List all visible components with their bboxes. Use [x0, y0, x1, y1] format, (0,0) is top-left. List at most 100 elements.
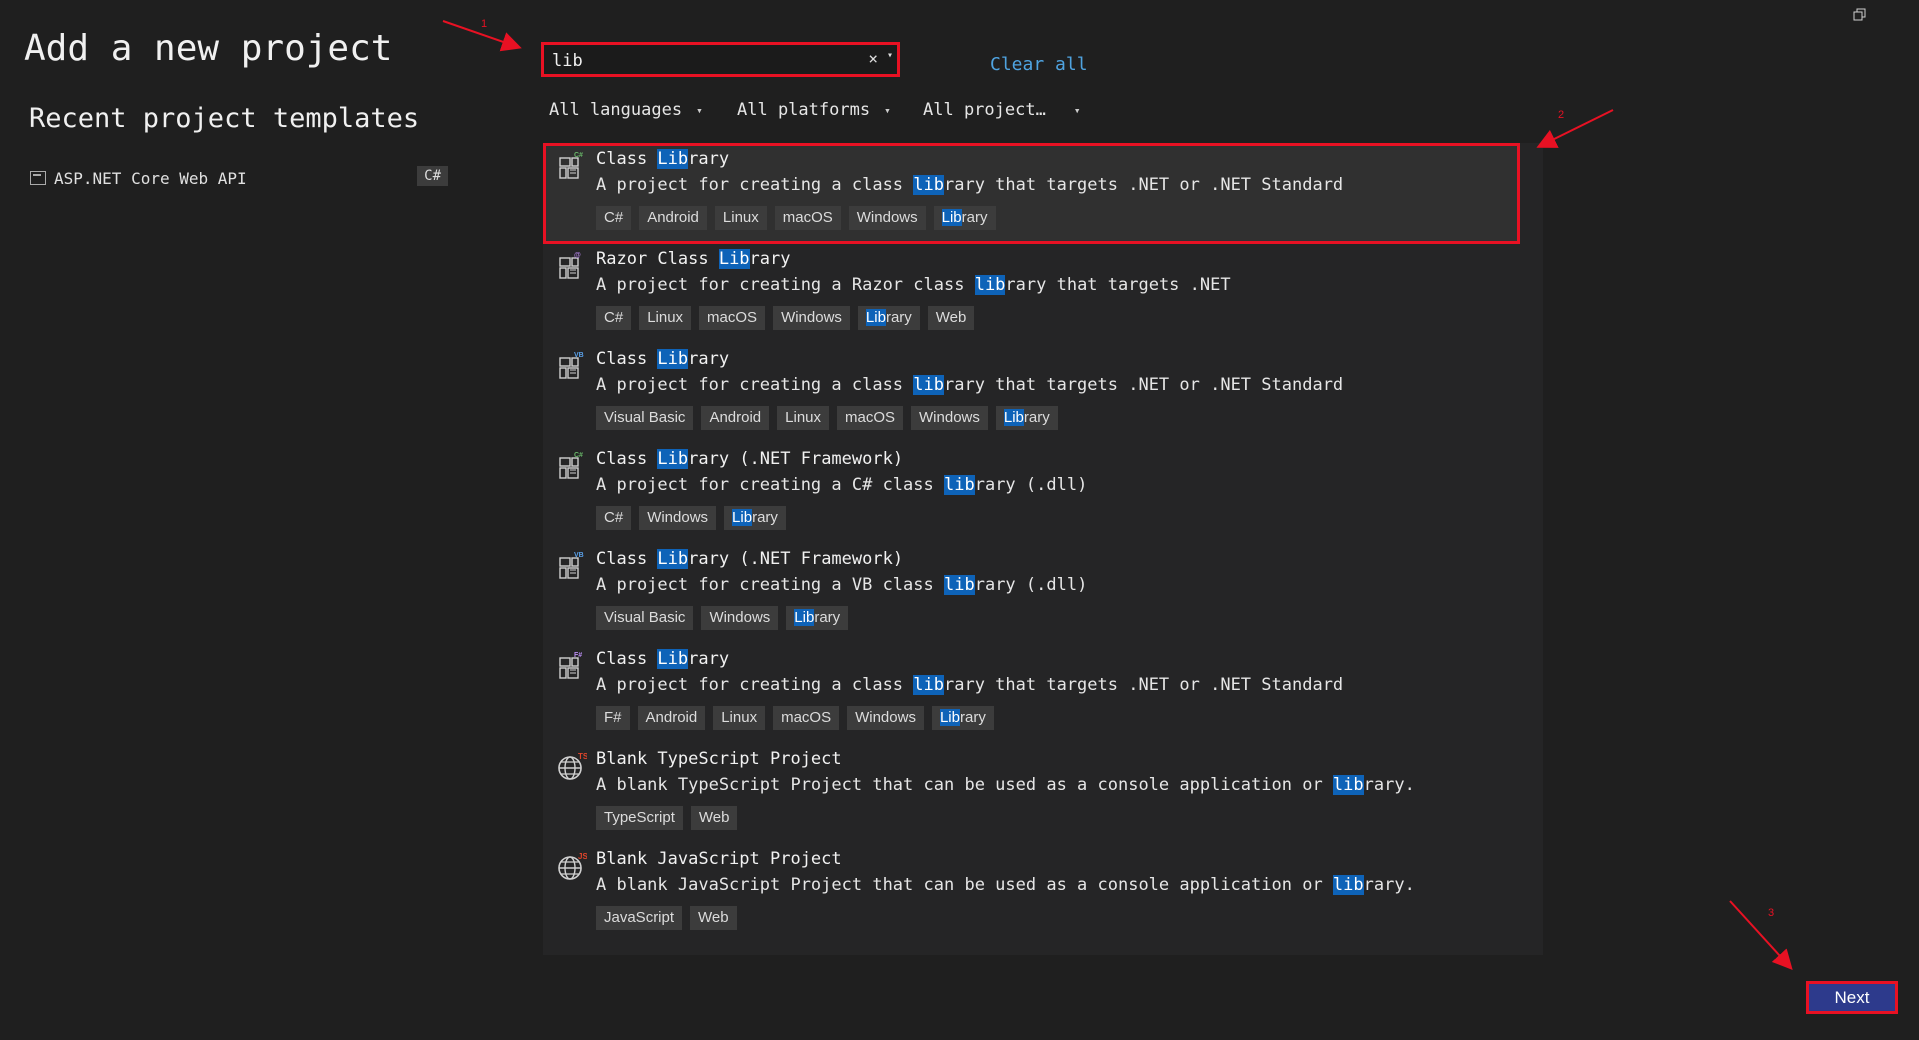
template-tags: TypeScript Web	[596, 806, 738, 830]
template-tag: Web	[927, 306, 975, 330]
text-segment: rary	[688, 149, 730, 169]
text-segment: rary	[688, 349, 730, 369]
template-tag: macOS	[699, 306, 766, 330]
template-item[interactable]: VB Class Library (.NET Framework) A projec…	[543, 543, 1520, 641]
text-segment: rary that targets .NET or .NET Standard	[944, 375, 1344, 395]
razor-class-library-icon: @	[557, 251, 587, 281]
search-match-highlight: Lib	[657, 149, 689, 169]
search-box[interactable]: × ▾	[541, 42, 900, 77]
search-match-highlight: Lib	[732, 509, 753, 526]
template-tag: Windows	[847, 706, 924, 730]
project-type-filter-label: All project…	[923, 100, 1046, 120]
text-segment: rary that targets .NET or .NET Standard	[944, 175, 1344, 195]
template-tag: macOS	[837, 406, 904, 430]
template-tag: C#	[596, 306, 632, 330]
svg-text:VB: VB	[574, 552, 584, 559]
text-segment: A blank TypeScript Project that can be u…	[596, 775, 1333, 795]
recent-template-label: ASP.NET Core Web API	[54, 168, 247, 188]
template-tag: Linux	[777, 406, 829, 430]
svg-text:JS: JS	[578, 852, 587, 861]
javascript-globe-icon: JS	[557, 851, 588, 881]
text-segment: rary	[749, 249, 791, 269]
search-match-highlight: lib	[913, 375, 944, 395]
search-match-highlight: Lib	[941, 209, 962, 226]
template-item[interactable]: TS Blank TypeScript Project A blank TypeSc…	[543, 743, 1520, 841]
annotation-arrow-2	[1536, 109, 1614, 148]
next-button[interactable]: Next	[1806, 981, 1898, 1014]
template-description: A project for creating a C# class librar…	[596, 475, 1087, 495]
text-segment: Class	[596, 449, 658, 469]
template-item[interactable]: @ Razor Class Library A project for creati…	[543, 243, 1520, 341]
chevron-down-icon: ▾	[696, 103, 703, 117]
template-title: Blank TypeScript Project	[596, 749, 842, 769]
project-type-filter-dropdown[interactable]: All project… ▾	[923, 100, 1080, 120]
search-history-dropdown-icon[interactable]: ▾	[887, 50, 893, 61]
template-results-list[interactable]: C# Class Library A project for creating a …	[543, 143, 1543, 955]
text-segment: Blank JavaScript Project	[596, 849, 842, 869]
template-tags: Visual Basic Android Linux macOS Windows Libr…	[596, 406, 1058, 430]
svg-text:C#: C#	[574, 152, 583, 159]
chevron-down-icon: ▾	[1073, 103, 1081, 117]
restore-window-icon[interactable]	[1853, 8, 1867, 22]
template-title: Blank JavaScript Project	[596, 849, 842, 869]
search-match-highlight: Lib	[657, 549, 689, 569]
template-tag: JavaScript	[596, 906, 683, 930]
template-tag: macOS	[773, 706, 840, 730]
svg-text:TS: TS	[578, 752, 587, 761]
text-segment: A project for creating a C# class	[596, 475, 944, 495]
clear-search-icon[interactable]: ×	[868, 49, 878, 68]
template-tag: C#	[596, 506, 632, 530]
template-item[interactable]: C# Class Library (.NET Framework) A projec…	[543, 443, 1520, 541]
recent-template-lang-tag: C#	[417, 166, 448, 186]
template-tag: Android	[639, 206, 707, 230]
text-segment: Class	[596, 349, 658, 369]
search-match-highlight: Lib	[865, 309, 886, 326]
platform-filter-dropdown[interactable]: All platforms ▾	[737, 100, 891, 120]
template-tag: Library	[857, 306, 920, 330]
annotation-arrow-3	[1729, 900, 1793, 970]
svg-text:C#: C#	[574, 452, 583, 459]
template-item[interactable]: VB Class Library A project for creating a …	[543, 343, 1520, 441]
template-title: Class Library (.NET Framework)	[596, 549, 903, 569]
text-segment: Razor Class	[596, 249, 719, 269]
template-description: A project for creating a class library t…	[596, 175, 1343, 195]
template-tag: Library	[786, 606, 849, 630]
template-description: A project for creating a VB class librar…	[596, 575, 1087, 595]
search-match-highlight: lib	[944, 475, 975, 495]
typescript-globe-icon: TS	[557, 751, 589, 781]
template-item[interactable]: C# Class Library A project for creating a …	[543, 143, 1520, 241]
platform-filter-label: All platforms	[737, 100, 871, 120]
text-segment: rary that targets .NET or .NET Standard	[944, 675, 1344, 695]
vb-class-library-icon: VB	[557, 351, 587, 381]
template-tag: Library	[931, 706, 994, 730]
template-tag: Library	[724, 506, 786, 530]
search-match-highlight: Lib	[1003, 409, 1024, 426]
template-tag: Linux	[714, 206, 767, 230]
language-filter-label: All languages	[549, 100, 683, 120]
template-tag: Visual Basic	[596, 406, 694, 430]
template-tag: Windows	[773, 306, 850, 330]
text-segment: rary (.NET Framework)	[688, 549, 904, 569]
recent-template-item[interactable]: ASP.NET Core Web API C#	[30, 164, 450, 192]
text-segment: Class	[596, 549, 658, 569]
text-segment: Class	[596, 649, 658, 669]
template-tags: C# Android Linux macOS Windows Library	[596, 206, 996, 230]
template-item[interactable]: JS Blank JavaScript Project A blank JavaSc…	[543, 843, 1520, 941]
template-title: Class Library (.NET Framework)	[596, 449, 903, 469]
language-filter-dropdown[interactable]: All languages ▾	[549, 100, 703, 120]
text-segment: rary (.dll)	[974, 575, 1088, 595]
search-match-highlight: Lib	[718, 249, 750, 269]
search-input[interactable]	[550, 49, 854, 73]
vb-framework-library-icon: VB	[557, 551, 587, 581]
clear-all-link[interactable]: Clear all	[990, 54, 1088, 75]
search-match-highlight: Lib	[657, 649, 689, 669]
template-item[interactable]: F# Class Library A project for creating a …	[543, 643, 1520, 741]
text-segment: A project for creating a Razor class	[596, 275, 975, 295]
svg-text:@: @	[574, 252, 581, 259]
template-description: A blank JavaScript Project that can be u…	[596, 875, 1415, 895]
search-match-highlight: lib	[974, 275, 1006, 295]
template-tags: JavaScript Web	[596, 906, 737, 930]
search-match-highlight: Lib	[794, 609, 815, 626]
template-tags: C# Windows Library	[596, 506, 786, 530]
text-segment: Blank TypeScript Project	[596, 749, 842, 769]
